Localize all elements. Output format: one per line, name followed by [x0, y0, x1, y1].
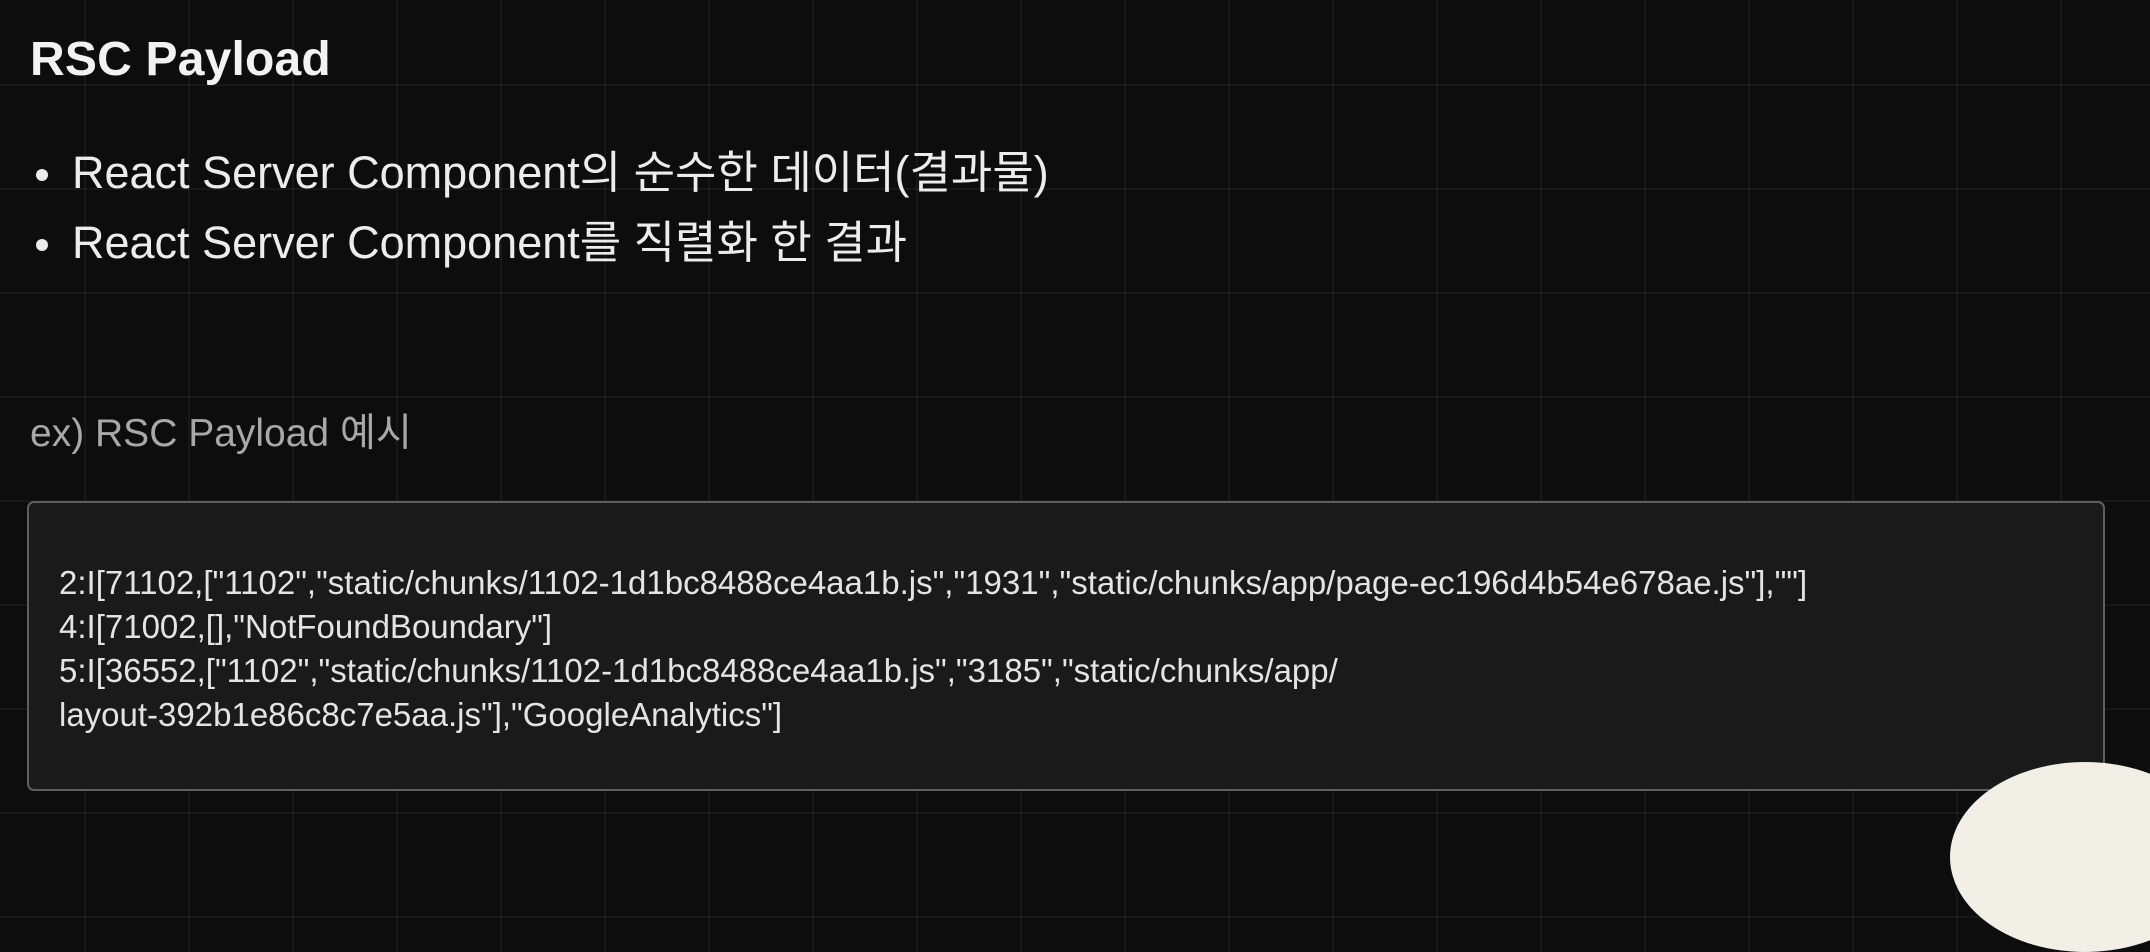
code-line: layout-392b1e86c8c7e5aa.js"],"GoogleAnal…: [59, 696, 783, 733]
code-line: 4:I[71002,[],"NotFoundBoundary"]: [59, 608, 553, 645]
slide-title: RSC Payload: [30, 33, 331, 86]
bullet-list: React Server Component의 순수한 데이터(결과물) Rea…: [30, 138, 1049, 278]
code-line: 2:I[71102,["1102","static/chunks/1102-1d…: [59, 564, 1808, 601]
bullet-item: React Server Component의 순수한 데이터(결과물): [30, 138, 1049, 208]
example-label: ex) RSC Payload 예시: [30, 412, 412, 455]
code-line: 5:I[36552,["1102","static/chunks/1102-1d…: [59, 652, 1338, 689]
bullet-item: React Server Component를 직렬화 한 결과: [30, 208, 1049, 278]
code-block: 2:I[71102,["1102","static/chunks/1102-1d…: [27, 501, 2105, 791]
